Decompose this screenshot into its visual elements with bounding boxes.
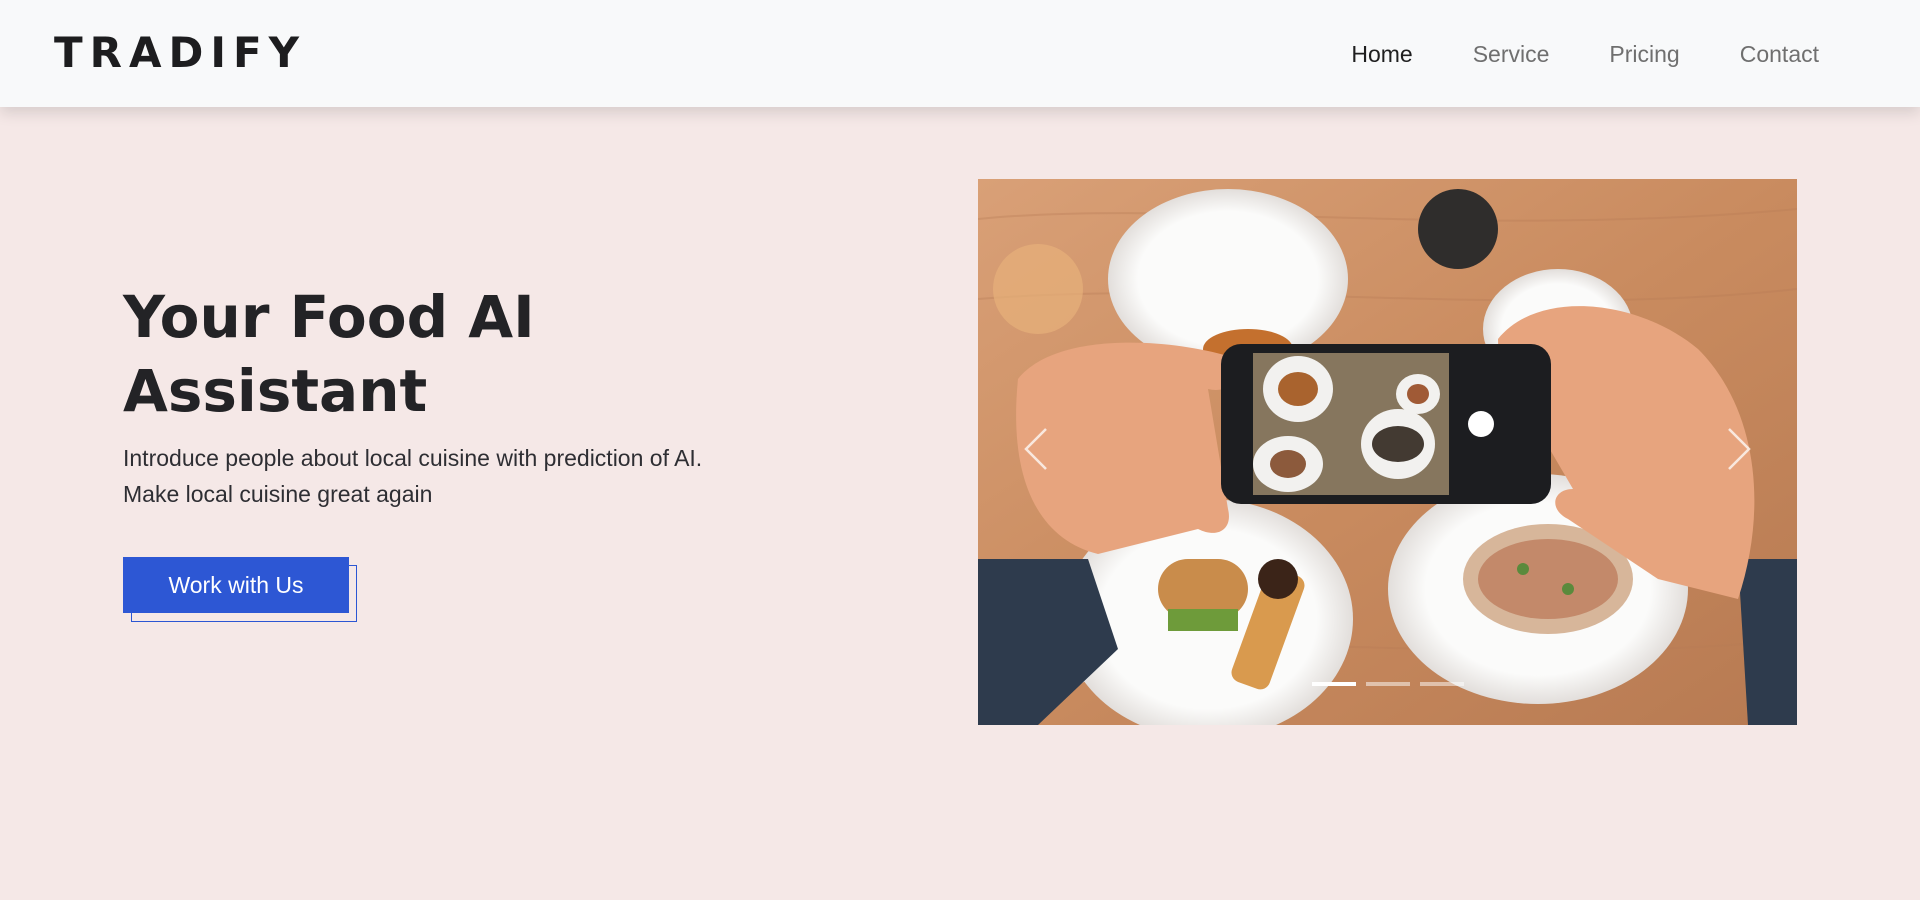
- chevron-right-icon: [1728, 428, 1751, 470]
- carousel-indicator-3[interactable]: [1419, 682, 1464, 686]
- hero-title-line-1: Your Food AI: [123, 283, 535, 351]
- carousel-indicator-2[interactable]: [1365, 682, 1410, 686]
- chevron-left-icon: [1024, 428, 1047, 470]
- carousel-indicator-1[interactable]: [1311, 682, 1356, 686]
- carousel-indicators: [978, 682, 1797, 686]
- hero-description-line-1: Introduce people about local cuisine wit…: [123, 445, 703, 471]
- hero-title-line-2: Assistant: [123, 357, 428, 425]
- main-nav: Home Service Pricing Contact: [1291, 38, 1819, 70]
- hero-description-line-2: Make local cuisine great again: [123, 481, 433, 507]
- hero-description: Introduce people about local cuisine wit…: [123, 440, 823, 512]
- nav-contact[interactable]: Contact: [1740, 38, 1819, 70]
- brand-logo[interactable]: TRADIFY: [54, 26, 306, 80]
- nav-home[interactable]: Home: [1351, 38, 1412, 70]
- cta-wrapper: Work with Us: [123, 557, 357, 622]
- hero-title: Your Food AI Assistant: [123, 280, 723, 428]
- carousel-prev-button[interactable]: [1008, 419, 1068, 479]
- work-with-us-button[interactable]: Work with Us: [123, 557, 349, 613]
- carousel-next-button[interactable]: [1707, 419, 1767, 479]
- nav-pricing[interactable]: Pricing: [1609, 38, 1679, 70]
- site-header: TRADIFY Home Service Pricing Contact: [0, 0, 1920, 107]
- hero-carousel: [978, 179, 1797, 725]
- nav-service[interactable]: Service: [1473, 38, 1550, 70]
- food-photo-image: [978, 179, 1797, 725]
